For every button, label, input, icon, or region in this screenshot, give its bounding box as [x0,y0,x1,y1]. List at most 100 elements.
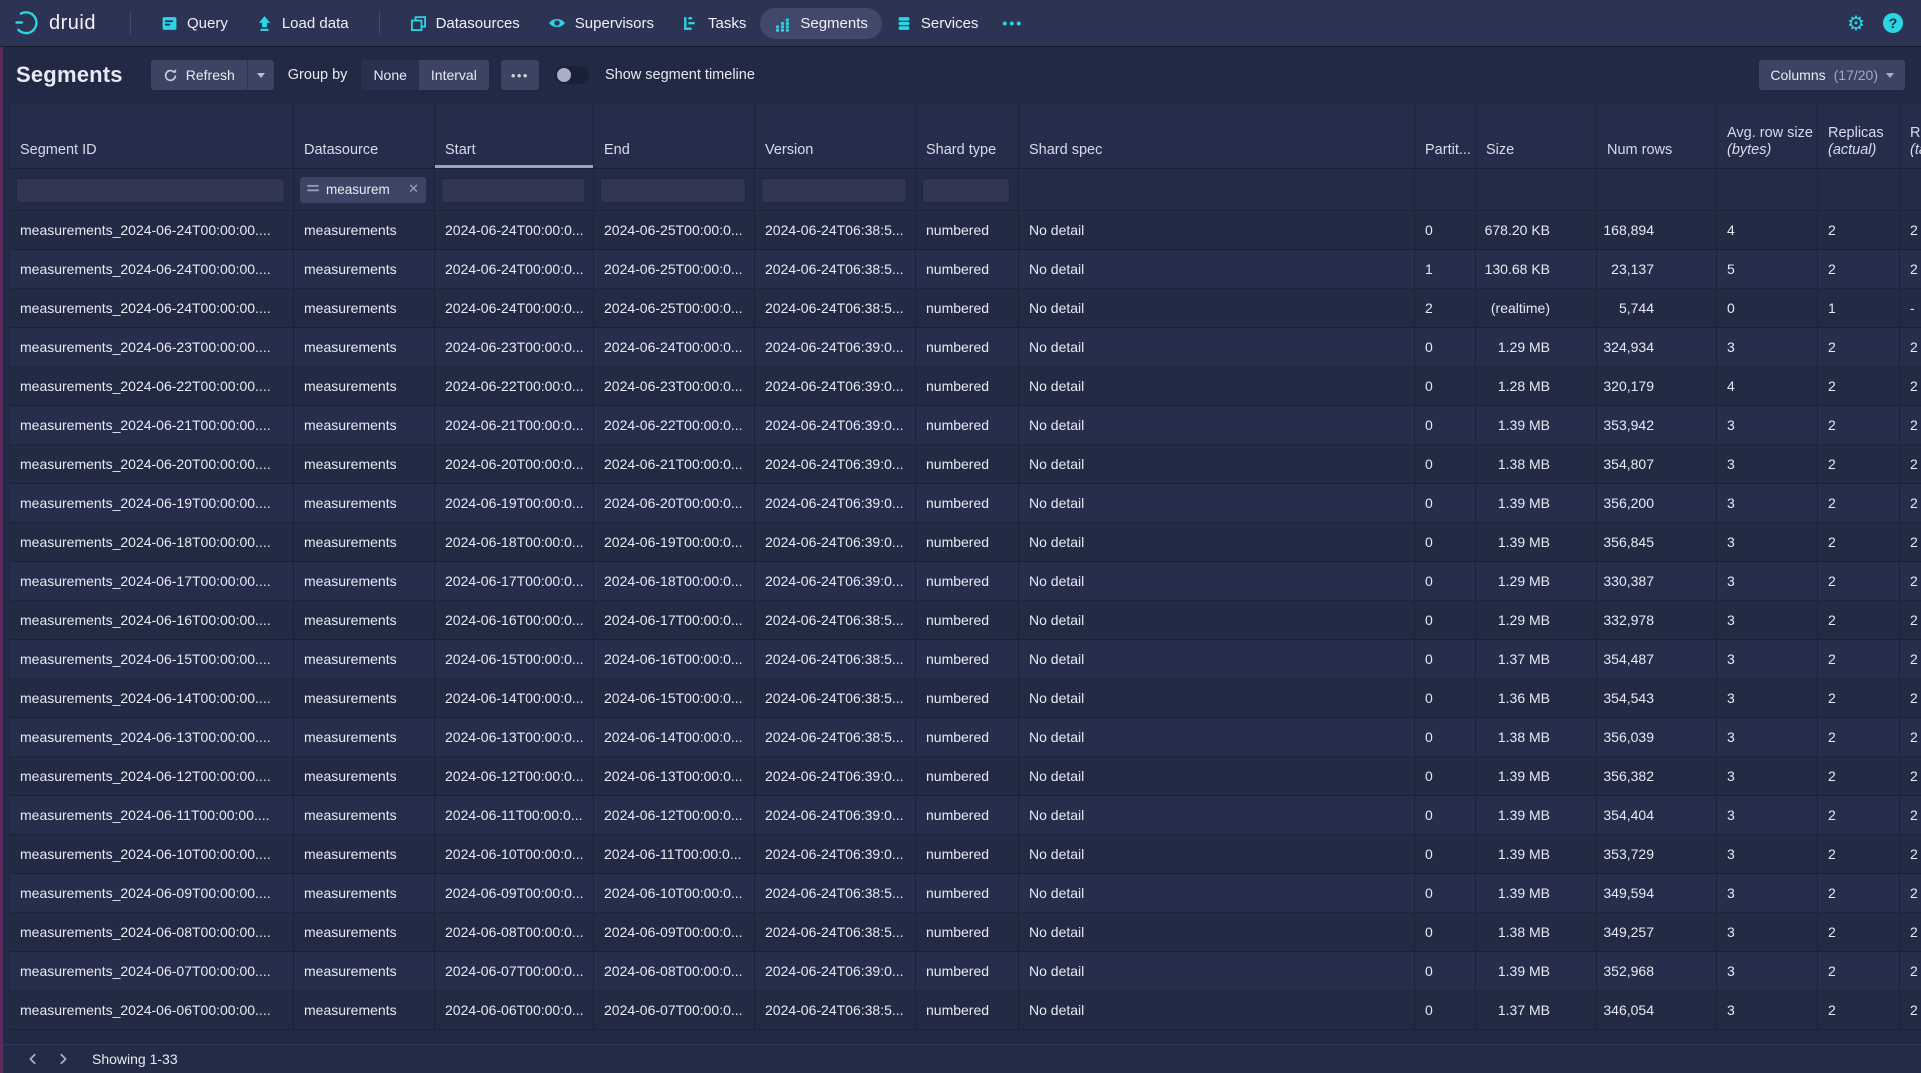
table-row[interactable]: measurements_2024-06-17T00:00:00....meas… [10,562,1921,601]
replicas-cell[interactable]: 2 [1818,445,1900,483]
start-cell[interactable]: 2024-06-19T00:00:0... [435,484,594,522]
table-row[interactable]: measurements_2024-06-09T00:00:00....meas… [10,874,1921,913]
nav-more-button[interactable]: ••• [992,9,1033,37]
nav-item-load-data[interactable]: Load data [242,8,363,39]
shard-type-cell[interactable]: numbered [916,484,1019,522]
nav-item-segments[interactable]: Segments [760,8,882,39]
partition-cell[interactable]: 0 [1415,835,1476,873]
replication-factor-cell[interactable]: 2 [1900,523,1921,561]
partition-cell[interactable]: 0 [1415,523,1476,561]
replicas-cell[interactable]: 2 [1818,796,1900,834]
datasource-cell[interactable]: measurements [294,562,435,600]
num-rows-cell[interactable]: 356,845 [1597,523,1717,561]
replicas-cell[interactable]: 1 [1818,289,1900,327]
datasource-cell[interactable]: measurements [294,250,435,288]
shard-spec-cell[interactable]: No detail [1019,679,1415,717]
version-cell[interactable]: 2024-06-24T06:39:0... [755,523,916,561]
version-cell[interactable]: 2024-06-24T06:39:0... [755,445,916,483]
segment-id-cell[interactable]: measurements_2024-06-11T00:00:00.... [10,796,294,834]
shard-spec-cell[interactable]: No detail [1019,601,1415,639]
size-cell[interactable]: 1.29 MB [1476,328,1597,366]
size-cell[interactable]: 1.39 MB [1476,874,1597,912]
shard-spec-cell[interactable]: No detail [1019,874,1415,912]
table-row[interactable]: measurements_2024-06-07T00:00:00....meas… [10,952,1921,991]
table-row[interactable]: measurements_2024-06-20T00:00:00....meas… [10,445,1921,484]
size-cell[interactable]: 1.37 MB [1476,640,1597,678]
shard-type-cell[interactable]: numbered [916,874,1019,912]
partition-cell[interactable]: 1 [1415,250,1476,288]
shard-spec-cell[interactable]: No detail [1019,523,1415,561]
avg-row-size-cell[interactable]: 3 [1717,913,1818,951]
num-rows-cell[interactable]: 330,387 [1597,562,1717,600]
replication-factor-cell[interactable]: 2 [1900,211,1921,249]
start-column-header[interactable]: Start [435,103,594,168]
nav-item-datasources[interactable]: Datasources [396,8,534,39]
shard-type-cell[interactable]: numbered [916,757,1019,795]
version-cell[interactable]: 2024-06-24T06:39:0... [755,796,916,834]
avg-row-size-cell[interactable]: 0 [1717,289,1818,327]
start-cell[interactable]: 2024-06-08T00:00:0... [435,913,594,951]
end-cell[interactable]: 2024-06-25T00:00:0... [594,211,755,249]
num-rows-cell[interactable]: 354,404 [1597,796,1717,834]
size-cell[interactable]: (realtime) [1476,289,1597,327]
shard-spec-cell[interactable]: No detail [1019,250,1415,288]
num-rows-cell[interactable]: 349,257 [1597,913,1717,951]
replication-factor-cell[interactable]: 2 [1900,835,1921,873]
replicas-cell[interactable]: 2 [1818,406,1900,444]
table-row[interactable]: measurements_2024-06-11T00:00:00....meas… [10,796,1921,835]
datasource-cell[interactable]: measurements [294,718,435,756]
num-rows-cell[interactable]: 356,200 [1597,484,1717,522]
datasource-cell[interactable]: measurements [294,952,435,990]
table-row[interactable]: measurements_2024-06-13T00:00:00....meas… [10,718,1921,757]
replication-factor-cell[interactable]: 2 [1900,874,1921,912]
start-cell[interactable]: 2024-06-21T00:00:0... [435,406,594,444]
replication-factor-cell[interactable]: 2 [1900,601,1921,639]
size-cell[interactable]: 1.38 MB [1476,913,1597,951]
shard-type-cell[interactable]: numbered [916,289,1019,327]
shard-type-cell[interactable]: numbered [916,913,1019,951]
table-row[interactable]: measurements_2024-06-16T00:00:00....meas… [10,601,1921,640]
num-rows-cell[interactable]: 5,744 [1597,289,1717,327]
start-cell[interactable]: 2024-06-13T00:00:0... [435,718,594,756]
segment-id-cell[interactable]: measurements_2024-06-10T00:00:00.... [10,835,294,873]
nav-item-query[interactable]: Query [147,8,242,39]
end-cell[interactable]: 2024-06-10T00:00:0... [594,874,755,912]
datasource-cell[interactable]: measurements [294,757,435,795]
partition-cell[interactable]: 0 [1415,640,1476,678]
datasource-cell[interactable]: measurements [294,796,435,834]
prev-page-button[interactable] [18,1047,48,1071]
version-cell[interactable]: 2024-06-24T06:39:0... [755,952,916,990]
segment-id-cell[interactable]: measurements_2024-06-18T00:00:00.... [10,523,294,561]
size-cell[interactable]: 1.39 MB [1476,406,1597,444]
avg-row-size-cell[interactable]: 3 [1717,640,1818,678]
avg-row-size-cell[interactable]: 3 [1717,991,1818,1029]
start-cell[interactable]: 2024-06-11T00:00:0... [435,796,594,834]
end-cell[interactable]: 2024-06-25T00:00:0... [594,289,755,327]
shard-spec-cell[interactable]: No detail [1019,367,1415,405]
num-rows-cell[interactable]: 353,942 [1597,406,1717,444]
remove-filter-icon[interactable]: ✕ [408,182,419,197]
num-rows-cell[interactable]: 356,039 [1597,718,1717,756]
avg-row-size-cell[interactable]: 3 [1717,757,1818,795]
replication-factor-cell[interactable]: 2 [1900,952,1921,990]
shard-type-cell[interactable]: numbered [916,445,1019,483]
version-cell[interactable]: 2024-06-24T06:39:0... [755,367,916,405]
start-cell[interactable]: 2024-06-24T00:00:0... [435,250,594,288]
replicas-cell[interactable]: 2 [1818,601,1900,639]
replication-factor-cell[interactable]: 2 [1900,640,1921,678]
table-row[interactable]: measurements_2024-06-22T00:00:00....meas… [10,367,1921,406]
shard-type-cell[interactable]: numbered [916,328,1019,366]
datasource-cell[interactable]: measurements [294,874,435,912]
segment-id-cell[interactable]: measurements_2024-06-24T00:00:00.... [10,250,294,288]
segment-id-cell[interactable]: measurements_2024-06-06T00:00:00.... [10,991,294,1029]
help-icon[interactable]: ? [1883,13,1903,33]
replicas-cell[interactable]: 2 [1818,640,1900,678]
partition-cell[interactable]: 0 [1415,211,1476,249]
partition-cell[interactable]: 0 [1415,913,1476,951]
next-page-button[interactable] [48,1047,78,1071]
start-cell[interactable]: 2024-06-10T00:00:0... [435,835,594,873]
version-cell[interactable]: 2024-06-24T06:38:5... [755,640,916,678]
num-rows-cell[interactable]: 354,543 [1597,679,1717,717]
partition-cell[interactable]: 0 [1415,757,1476,795]
shard-spec-cell[interactable]: No detail [1019,952,1415,990]
